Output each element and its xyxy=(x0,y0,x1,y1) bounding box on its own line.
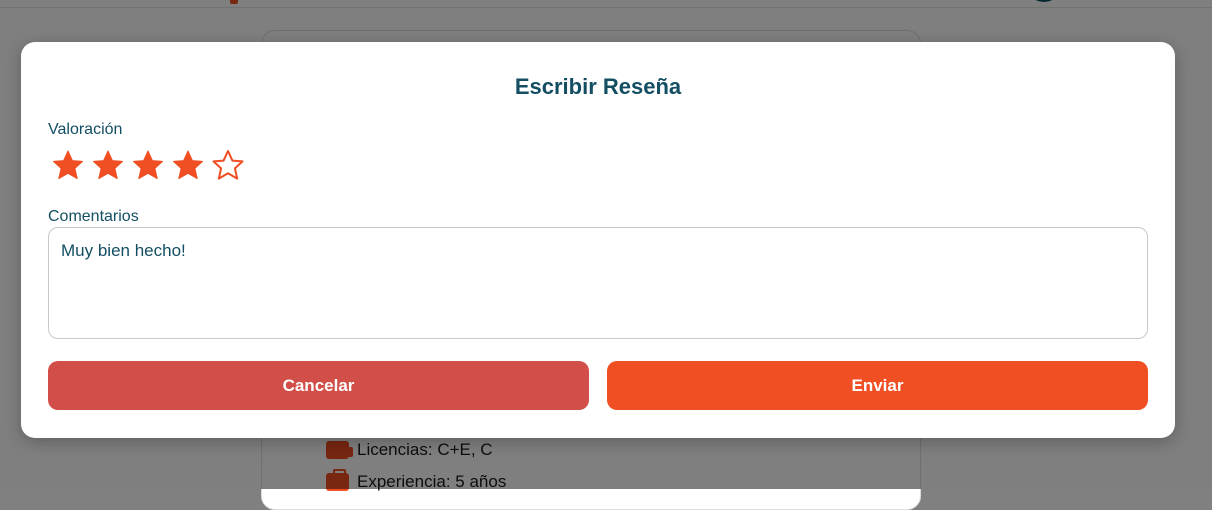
send-button[interactable]: Enviar xyxy=(607,361,1148,410)
star-rating xyxy=(50,148,246,184)
star-filled-icon[interactable] xyxy=(170,148,206,184)
star-outline-icon[interactable] xyxy=(210,148,246,184)
comments-textarea[interactable]: Muy bien hecho! xyxy=(48,227,1148,339)
cancel-button[interactable]: Cancelar xyxy=(48,361,589,410)
star-filled-icon[interactable] xyxy=(90,148,126,184)
rating-label: Valoración xyxy=(48,121,123,138)
modal-title: Escribir Reseña xyxy=(514,74,682,99)
review-modal: Escribir Reseña Valoración Comentarios M… xyxy=(21,42,1175,438)
comments-label: Comentarios xyxy=(48,208,139,225)
star-filled-icon[interactable] xyxy=(130,148,166,184)
star-filled-icon[interactable] xyxy=(50,148,86,184)
